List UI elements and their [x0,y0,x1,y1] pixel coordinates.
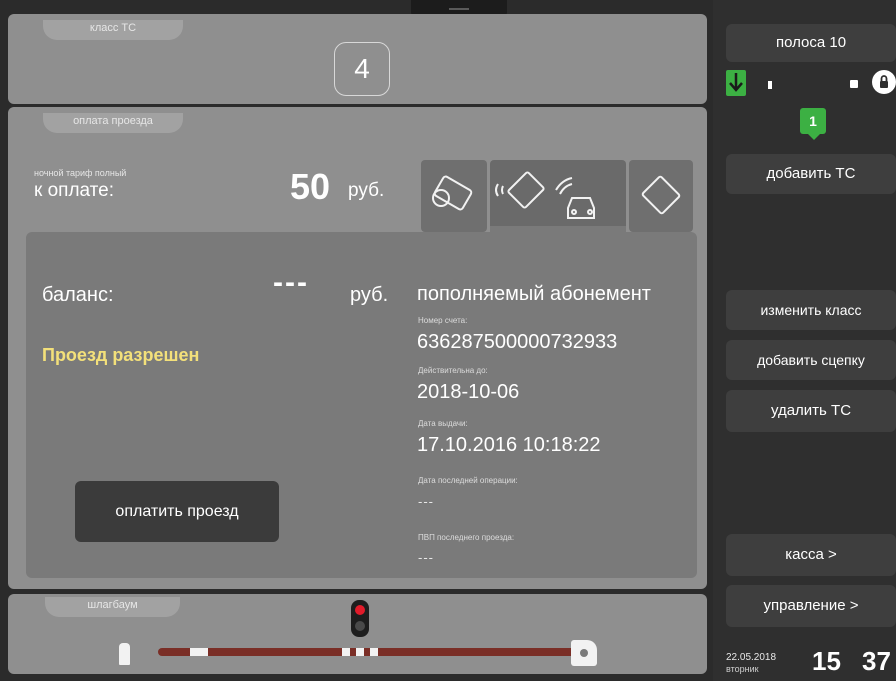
barrier-stripe [342,648,350,656]
card-button[interactable] [629,160,693,232]
delete-vehicle-label: удалить ТС [770,402,852,419]
barrier-hinge [580,649,588,657]
cashbox-button[interactable]: касса > [726,534,896,576]
last-pvp-label: ПВП последнего проезда: [418,533,515,542]
last-operation: --- [418,494,434,509]
barrier-tab: шлагбаум [45,597,180,617]
subscription-title: пополняемый абонемент [417,283,651,305]
clock-hours: 15 [812,646,841,676]
add-trailer-label: добавить сцепку [757,352,865,368]
amount-value: 50 [290,166,331,207]
account-number: 636287500000732933 [417,331,618,353]
change-class-button[interactable]: изменить класс [726,290,896,330]
lock-icon [872,70,896,94]
pay-button-label: оплатить проезд [115,503,239,520]
barrier-tab-label: шлагбаум [87,599,138,611]
vehicle-queue-count: 1 [809,113,817,129]
barrier-stripe [356,648,364,656]
add-trailer-button[interactable]: добавить сцепку [726,340,896,380]
barrier-stripe [370,648,378,656]
barrier-post-left [119,643,130,665]
clock-date: 22.05.2018 [726,652,777,663]
lane-label: полоса 10 [775,34,847,51]
pass-status: Проезд разрешен [42,345,200,365]
to-pay-label: к оплате: [34,180,115,201]
contactless-vehicle-button[interactable] [490,160,626,232]
pay-button[interactable]: оплатить проезд [75,481,279,542]
vehicle-class-tab-label: класс ТС [89,22,137,34]
control-label: управление > [763,597,859,614]
traffic-light [351,600,369,637]
balance-value: --- [273,266,309,299]
indicator-dot-icon [768,81,772,89]
valid-until: 2018-10-06 [417,381,520,403]
last-pvp: --- [418,550,434,565]
add-vehicle-label: добавить ТС [766,165,856,182]
balance-label: баланс: [42,284,114,306]
add-vehicle-button[interactable]: добавить ТС [726,154,896,194]
vehicle-class-value[interactable]: 4 [334,42,390,96]
lane-button[interactable]: полоса 10 [726,24,896,62]
tariff-label: ночной тариф полный [34,168,127,178]
barrier-post-right [571,640,597,666]
barrier-stripe [190,648,208,656]
control-button[interactable]: управление > [726,585,896,627]
traffic-light-red [355,605,365,615]
cashbox-label: касса > [785,546,837,563]
issue-date: 17.10.2016 10:18:22 [417,434,601,456]
last-operation-label: Дата последней операции: [418,476,518,485]
traffic-light-green [355,621,365,631]
clock: 22.05.2018 вторник 15 37 [726,640,896,680]
issue-date-label: Дата выдачи: [418,419,468,428]
amount-currency: руб. [348,180,385,201]
barrier-arm[interactable] [158,648,578,656]
clock-weekday: вторник [726,664,759,674]
vehicle-queue-badge[interactable]: 1 [800,108,826,134]
payment-tab: оплата проезда [43,113,183,133]
balance-currency: руб. [350,284,389,306]
change-class-label: изменить класс [760,302,862,318]
valid-until-label: Действительна до: [418,366,488,375]
queue-badge-pointer [808,134,820,140]
card-info-tabfill [490,226,626,236]
green-arrow-down-icon [726,70,746,96]
vehicle-class-tab: класс ТС [43,20,183,40]
clock-minutes: 37 [862,646,891,676]
account-label: Номер счета: [418,316,468,325]
lock-small-icon [850,80,858,88]
cash-card-button[interactable] [421,160,487,232]
lane-status-row [726,68,896,100]
payment-tab-label: оплата проезда [73,115,153,127]
delete-vehicle-button[interactable]: удалить ТС [726,390,896,432]
